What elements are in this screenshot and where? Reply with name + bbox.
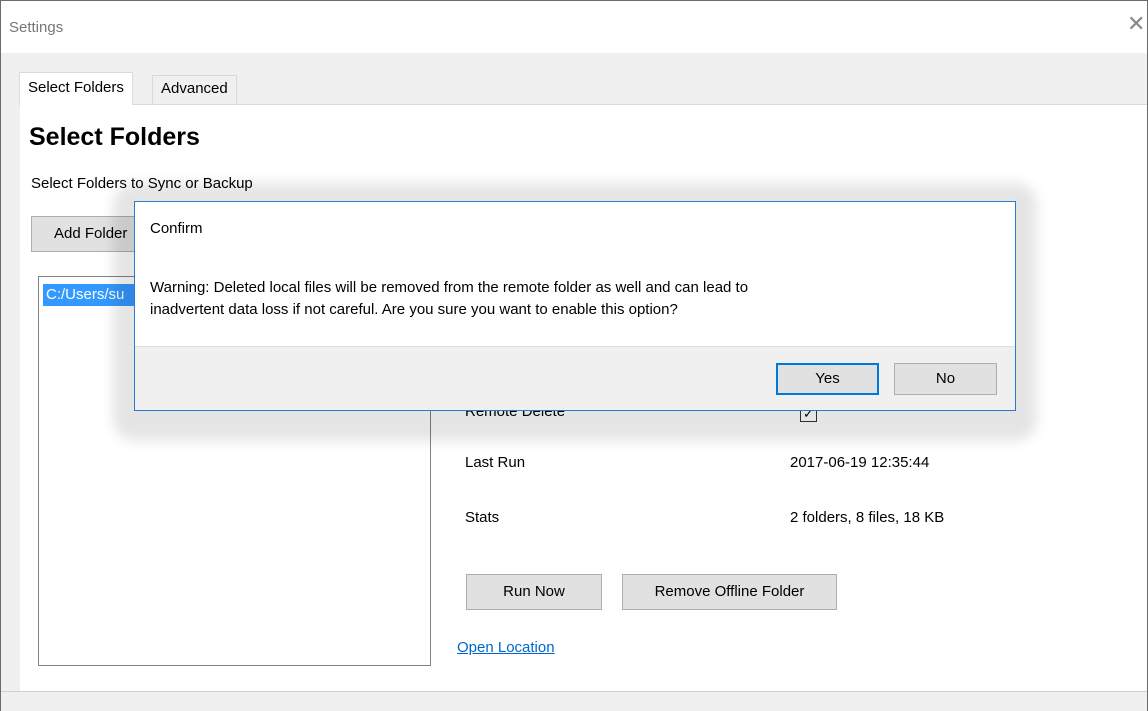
- stats-label: Stats: [465, 509, 500, 526]
- tab-select-folders[interactable]: Select Folders: [19, 72, 133, 105]
- last-run-label: Last Run: [465, 454, 526, 471]
- bottom-bar: [1, 691, 1147, 711]
- yes-label: Yes: [815, 370, 840, 387]
- remove-offline-label: Remove Offline Folder: [654, 583, 805, 600]
- dialog-title: Confirm: [150, 220, 203, 237]
- run-now-label: Run Now: [503, 583, 565, 600]
- tab-label: Advanced: [161, 80, 228, 97]
- yes-button[interactable]: Yes: [776, 363, 879, 395]
- dialog-message: Warning: Deleted local files will be rem…: [150, 277, 1000, 321]
- page-title: Select Folders: [29, 123, 200, 151]
- title-bar: Settings ✕: [1, 1, 1147, 53]
- confirm-dialog: Confirm Warning: Deleted local files wil…: [134, 201, 1016, 411]
- dialog-message-line-1: Warning: Deleted local files will be rem…: [150, 279, 749, 296]
- close-icon[interactable]: ✕: [1127, 13, 1145, 35]
- no-label: No: [935, 370, 956, 387]
- settings-window: Settings ✕ Select Folders Advanced Selec…: [0, 0, 1148, 711]
- dialog-button-bar: Yes No: [135, 346, 1015, 410]
- tab-advanced[interactable]: Advanced: [152, 75, 237, 104]
- dialog-message-line-2: inadvertent data loss if not careful. Ar…: [150, 301, 678, 318]
- no-button[interactable]: No: [894, 363, 997, 395]
- last-run-value: 2017-06-19 12:35:44: [790, 454, 930, 471]
- window-title: Settings: [9, 19, 64, 36]
- stats-value: 2 folders, 8 files, 18 KB: [790, 509, 945, 526]
- tab-label: Select Folders: [28, 79, 124, 96]
- remove-offline-folder-button[interactable]: Remove Offline Folder: [622, 574, 837, 610]
- open-location-link[interactable]: Open Location: [457, 639, 555, 656]
- run-now-button[interactable]: Run Now: [466, 574, 602, 610]
